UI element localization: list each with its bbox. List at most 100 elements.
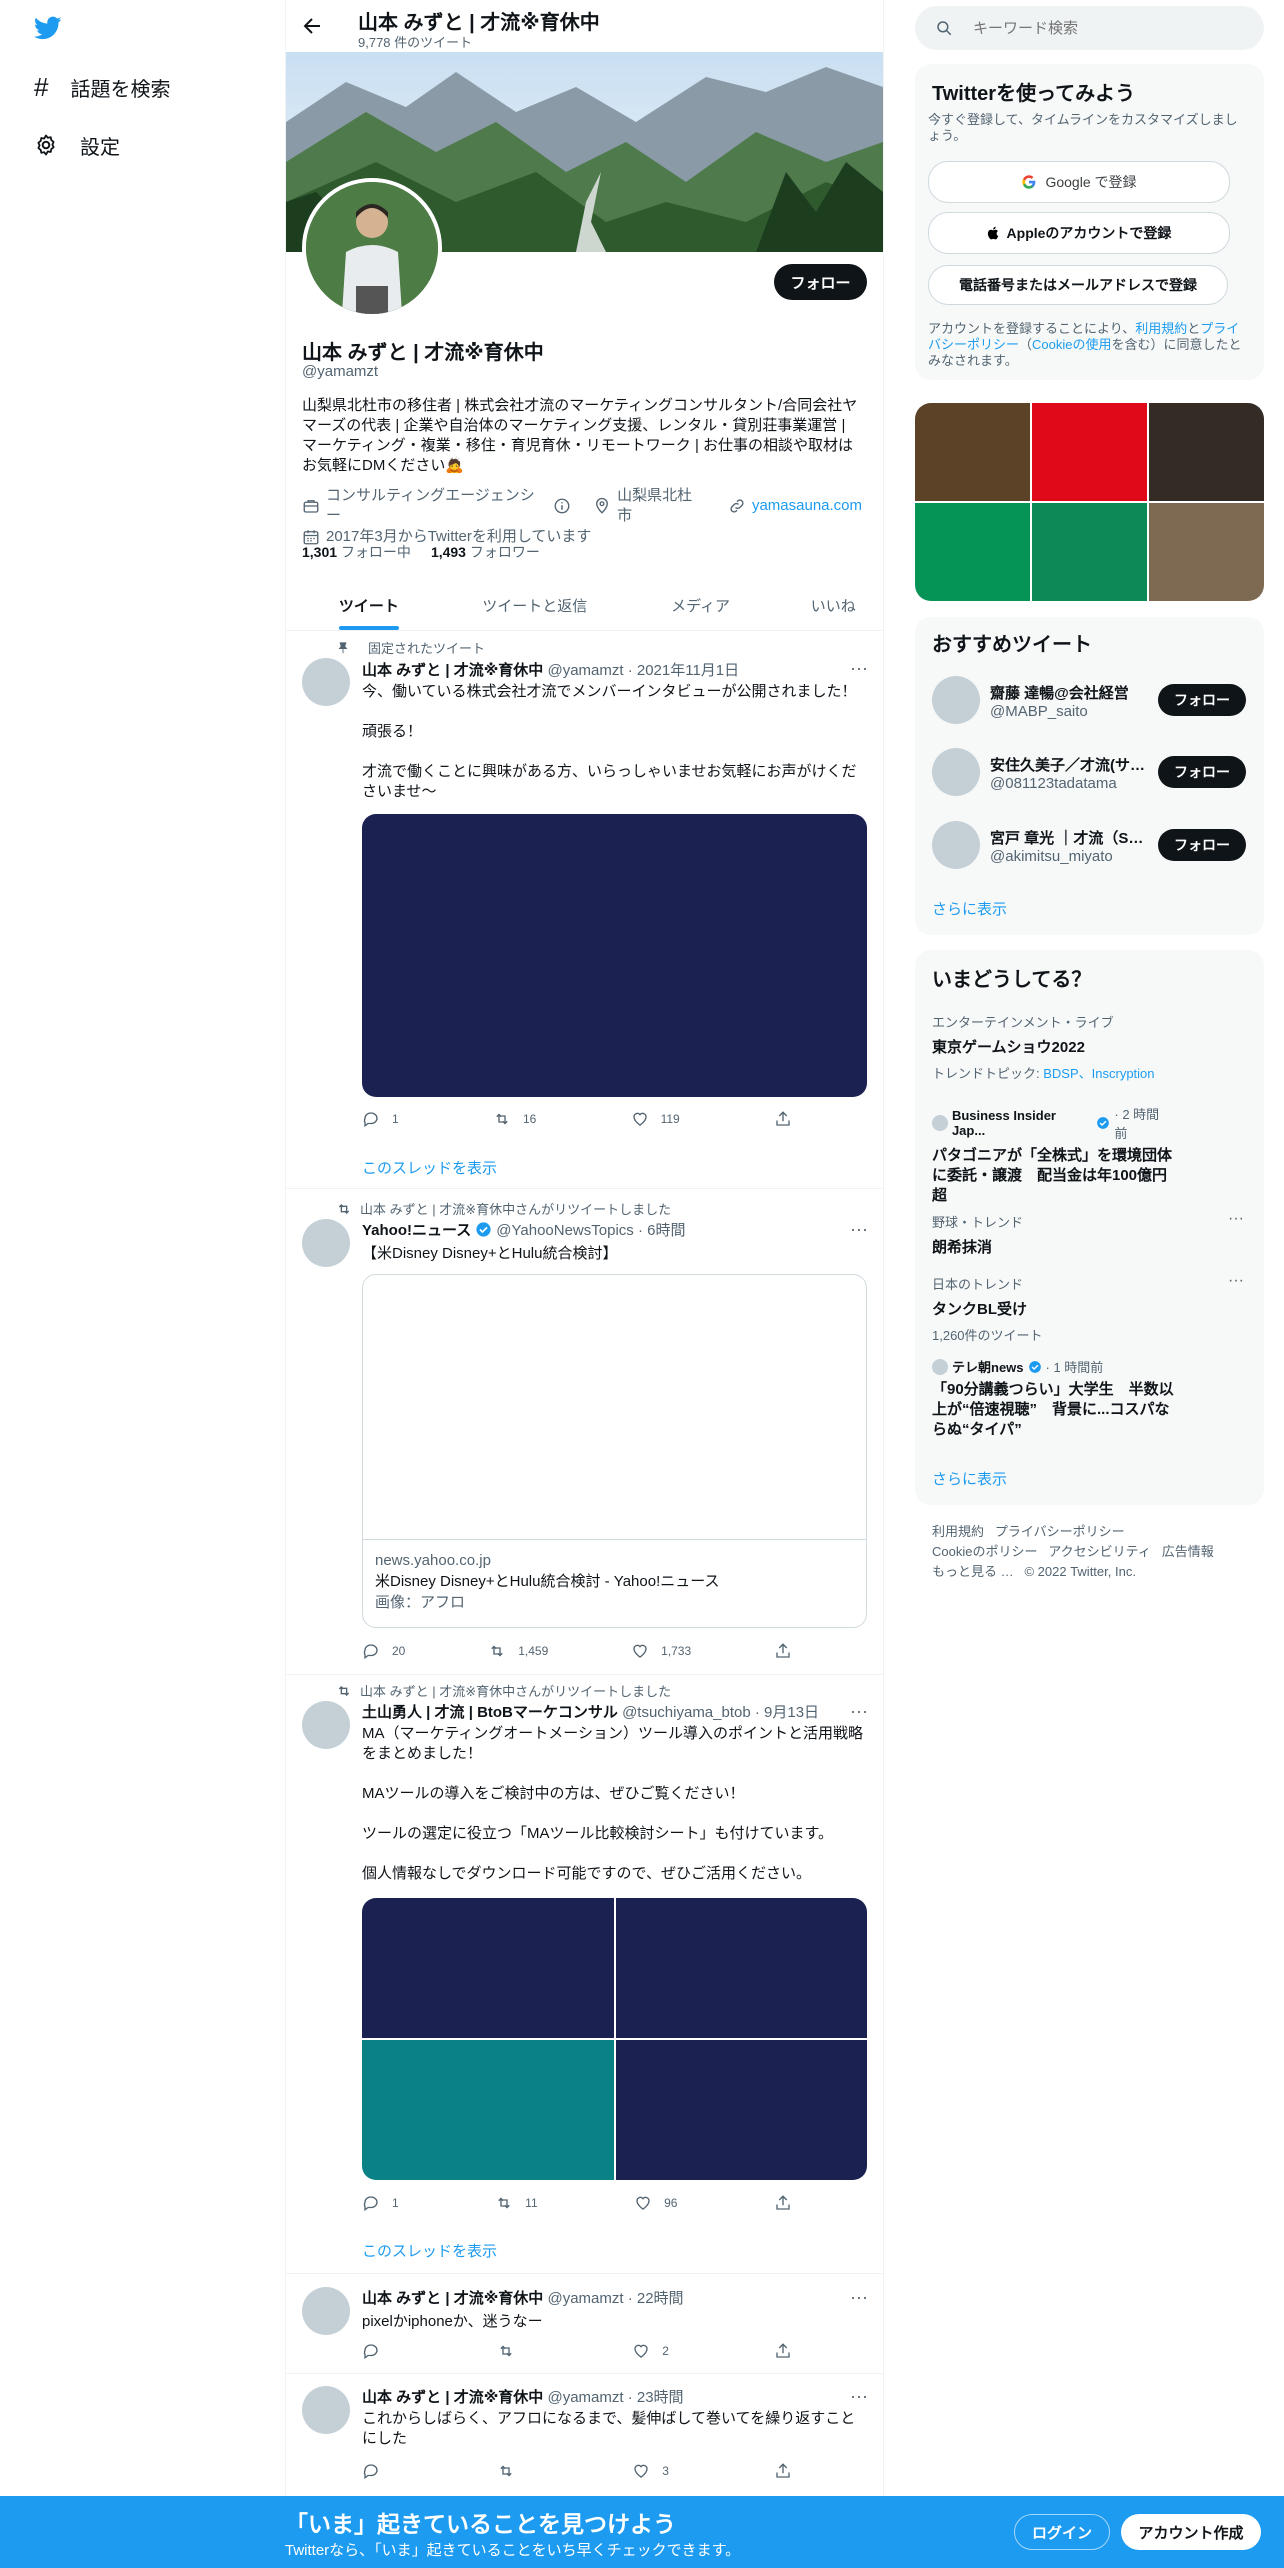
legal-text-3: （ — [1019, 337, 1033, 352]
tab-media[interactable]: メディア — [618, 580, 784, 630]
nav-explore[interactable]: # 話題を検索 — [34, 70, 170, 104]
media-thumbnail[interactable] — [1149, 503, 1264, 601]
footer-accessibility-link[interactable]: アクセシビリティ — [1048, 1544, 1151, 1559]
like-button[interactable]: 96 — [634, 2194, 677, 2212]
apple-signup-button[interactable]: Appleのアカウントで登録 — [928, 212, 1230, 254]
retweet-button[interactable]: 16 — [493, 1110, 536, 1128]
tweet-avatar[interactable] — [302, 2386, 350, 2434]
media-tile[interactable] — [615, 2040, 867, 2180]
followers-link[interactable]: 1,493 フォロワー — [431, 542, 540, 562]
tweet-meta: @tsuchiyama_btob · 9月13日 — [622, 1704, 820, 1721]
more-icon[interactable]: ··· — [850, 1701, 868, 1722]
google-signup-button[interactable]: Google で登録 — [928, 161, 1230, 203]
media-tile[interactable] — [615, 1898, 867, 2038]
like-button[interactable]: 3 — [632, 2462, 669, 2480]
header-name: 山本 みずと | 才流※育休中 — [358, 12, 600, 34]
retweet-button[interactable]: 11 — [495, 2194, 538, 2212]
twitter-logo-icon[interactable] — [32, 14, 64, 42]
recommended-user[interactable]: 齋藤 達暢@会社経営 @MABP_saito フォロー — [932, 676, 1252, 724]
media-tile[interactable] — [362, 1898, 614, 2038]
tweet-media[interactable] — [362, 814, 867, 1097]
follow-button[interactable]: フォロー — [1158, 756, 1246, 788]
media-thumbnail[interactable] — [1149, 403, 1264, 501]
reply-button[interactable] — [362, 2342, 392, 2360]
footer-terms-link[interactable]: 利用規約 — [932, 1524, 984, 1539]
recommended-user[interactable]: 宮戸 章光 ｜才流（S… @akimitsu_miyato フォロー — [932, 821, 1252, 869]
reply-button[interactable]: 20 — [362, 1642, 405, 1660]
reply-button[interactable]: 1 — [362, 2194, 399, 2212]
follow-button[interactable]: フォロー — [1158, 829, 1246, 861]
more-icon[interactable]: ··· — [1228, 1272, 1244, 1290]
footer-more-link[interactable]: もっと見る … — [932, 1564, 1014, 1579]
profile-avatar[interactable] — [302, 178, 442, 318]
tab-likes[interactable]: いいね — [783, 580, 883, 630]
tweet-avatar[interactable] — [302, 1701, 350, 1749]
recommended-more-link[interactable]: さらに表示 — [932, 898, 1007, 919]
like-button[interactable]: 119 — [631, 1110, 680, 1128]
follow-button[interactable]: フォロー — [774, 264, 867, 300]
tweet-author[interactable]: 山本 みずと | 才流※育休中 — [362, 2290, 543, 2307]
media-thumbnail[interactable] — [1032, 403, 1147, 501]
trend-news-item[interactable]: テレ朝news · 1 時間前 「90分講義つらい」大学生 半数以上が“倍速視聴… — [932, 1357, 1182, 1440]
retweet-button[interactable]: 1,459 — [488, 1642, 548, 1660]
tab-tweets[interactable]: ツイート — [286, 580, 452, 630]
footer-ads-link[interactable]: 広告情報 — [1162, 1544, 1214, 1559]
pin-icon — [336, 641, 350, 655]
footer-cookie-link[interactable]: Cookieのポリシー — [932, 1544, 1037, 1559]
terms-link[interactable]: 利用規約 — [1135, 321, 1187, 336]
like-button[interactable]: 1,733 — [631, 1642, 691, 1660]
trend-item[interactable]: 野球・トレンド 朗希抹消 — [932, 1212, 1252, 1257]
tweet-avatar[interactable] — [302, 1219, 350, 1267]
footer-privacy-link[interactable]: プライバシーポリシー — [995, 1524, 1125, 1539]
phone-signup-button[interactable]: 電話番号またはメールアドレスで登録 — [928, 265, 1228, 305]
search-box[interactable] — [915, 6, 1264, 50]
reply-button[interactable] — [362, 2462, 392, 2480]
media-tile[interactable] — [362, 2040, 614, 2180]
retweet-button[interactable] — [497, 2462, 527, 2480]
more-icon[interactable]: ··· — [850, 2386, 868, 2407]
tweet-author[interactable]: 山本 みずと | 才流※育休中 — [362, 2389, 543, 2406]
tweet-avatar[interactable] — [302, 2287, 350, 2335]
more-icon[interactable]: ··· — [850, 1219, 868, 1240]
back-arrow-icon[interactable] — [300, 14, 324, 38]
link-card[interactable]: news.yahoo.co.jp 米Disney Disney+とHulu統合検… — [362, 1274, 867, 1628]
media-thumbnail[interactable] — [915, 503, 1030, 601]
follow-button[interactable]: フォロー — [1158, 684, 1246, 716]
more-icon[interactable]: ··· — [1228, 1210, 1244, 1228]
following-link[interactable]: 1,301 フォロー中 — [302, 542, 411, 562]
media-thumbnail[interactable] — [1032, 503, 1147, 601]
share-icon[interactable] — [774, 1642, 792, 1660]
tweet-avatar[interactable] — [302, 658, 350, 706]
like-button[interactable]: 2 — [632, 2342, 669, 2360]
profile-website-link[interactable]: yamasauna.com — [752, 496, 862, 516]
recommended-user[interactable]: 安住久美子／才流(サ… @081123tadatama フォロー — [932, 748, 1252, 796]
nav-settings[interactable]: 設定 — [34, 128, 120, 162]
share-icon[interactable] — [774, 2194, 792, 2212]
search-input[interactable] — [971, 18, 1235, 38]
tweet-author[interactable]: 土山勇人 | 才流 | BtoBマーケコンサル — [362, 1704, 618, 1721]
reply-button[interactable]: 1 — [362, 1110, 399, 1128]
share-icon[interactable] — [774, 2342, 792, 2360]
tab-tweets-replies[interactable]: ツイートと返信 — [452, 580, 618, 630]
share-icon[interactable] — [774, 2462, 792, 2480]
trend-topics[interactable]: BDSP、Inscryption — [1043, 1066, 1154, 1081]
login-button[interactable]: ログイン — [1014, 2514, 1110, 2550]
signup-button[interactable]: アカウント作成 — [1121, 2514, 1261, 2550]
tweet-author[interactable]: Yahoo!ニュース — [362, 1219, 471, 1240]
show-thread-link[interactable]: このスレッドを表示 — [362, 2240, 497, 2261]
more-icon[interactable]: ··· — [850, 658, 868, 679]
cookie-link[interactable]: Cookieの使用 — [1032, 337, 1111, 352]
info-icon[interactable] — [553, 497, 571, 515]
share-icon[interactable] — [774, 1110, 792, 1128]
tweet-author[interactable]: 山本 みずと | 才流※育休中 — [362, 662, 543, 679]
link-icon — [728, 497, 746, 515]
retweet-button[interactable] — [497, 2342, 527, 2360]
show-thread-link[interactable]: このスレッドを表示 — [362, 1157, 497, 1178]
more-icon[interactable]: ··· — [850, 2287, 868, 2308]
trend-item[interactable]: エンターテインメント・ライブ 東京ゲームショウ2022 トレンドトピック: BD… — [932, 1012, 1252, 1082]
news-title: パタゴニアが「全株式」を環境団体に委託・譲渡 配当金は年100億円超 — [932, 1147, 1173, 1204]
trend-news-item[interactable]: Business Insider Jap... · 2 時間前 パタゴニアが「全… — [932, 1104, 1172, 1206]
media-thumbnail[interactable] — [915, 403, 1030, 501]
trends-more-link[interactable]: さらに表示 — [932, 1468, 1007, 1489]
trend-item[interactable]: 日本のトレンド タンクBL受け 1,260件のツイート — [932, 1274, 1252, 1344]
